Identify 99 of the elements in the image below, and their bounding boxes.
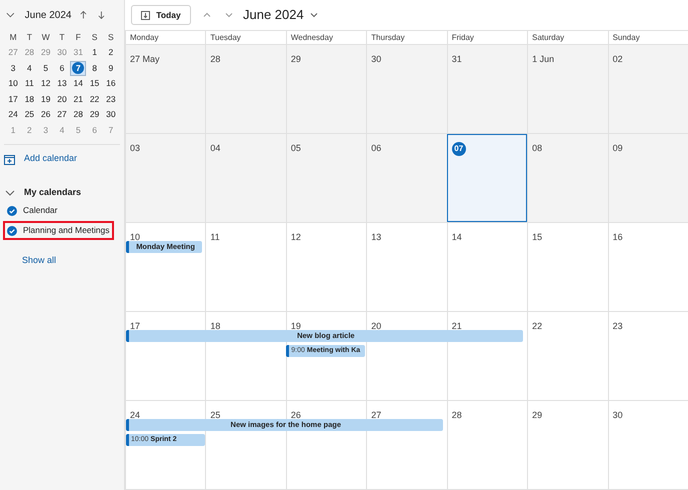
checked-circle-icon[interactable] (7, 226, 17, 236)
date-cell[interactable]: 16 (106, 77, 116, 90)
day-number[interactable]: 17 (130, 321, 140, 331)
date-cell[interactable]: 18 (24, 92, 34, 106)
day-number[interactable]: 27 May (130, 54, 160, 64)
day-number[interactable]: 16 (612, 232, 623, 242)
day-number[interactable]: 30 (612, 410, 623, 420)
date-cell[interactable]: 25 (24, 108, 34, 122)
weekday-header: Friday (452, 32, 474, 44)
day-number[interactable]: 10 (130, 232, 140, 242)
date-cell[interactable]: 24 (8, 108, 18, 122)
date-cell[interactable]: 1 (92, 46, 97, 60)
weekday-label: T (26, 31, 34, 44)
date-cell[interactable]: 4 (27, 62, 32, 75)
day-number[interactable]: 30 (371, 54, 382, 64)
weekday-label: T (58, 31, 66, 44)
date-cell[interactable]: 26 (40, 108, 50, 122)
date-cell[interactable]: 14 (74, 77, 84, 90)
date-cell[interactable]: 9 (108, 62, 114, 75)
weekday-label: W (40, 31, 51, 44)
weekday-label: F (74, 31, 82, 44)
day-number[interactable]: 03 (130, 143, 140, 153)
checked-circle-icon[interactable] (7, 206, 17, 216)
day-number[interactable]: 26 (290, 410, 301, 420)
day-number[interactable]: 12 (290, 232, 301, 242)
day-number[interactable]: 22 (532, 321, 542, 331)
day-number[interactable]: 28 (210, 54, 220, 64)
weekday-header: Tuesday (210, 32, 241, 44)
date-cell[interactable]: 29 (90, 108, 100, 122)
day-number[interactable]: 24 (130, 410, 140, 420)
day-number[interactable]: 14 (452, 232, 462, 242)
date-cell[interactable]: 30 (106, 108, 116, 122)
day-number[interactable]: 28 (452, 410, 462, 420)
day-number[interactable]: 02 (612, 54, 623, 64)
calendar-icon (141, 10, 150, 20)
section-heading: My calendars (24, 186, 82, 200)
chevron-up-icon[interactable] (203, 11, 211, 19)
day-number[interactable]: 11 (210, 232, 220, 242)
calendar-item[interactable]: Planning and Meetings (23, 224, 110, 237)
day-number[interactable]: 13 (371, 232, 382, 242)
day-number[interactable]: 19 (290, 321, 301, 331)
arrow-down-icon[interactable] (97, 10, 106, 20)
chevron-down-icon[interactable] (310, 11, 318, 19)
calendar-add-icon (4, 154, 15, 164)
day-number[interactable]: 09 (612, 143, 623, 153)
weekday-label: S (90, 31, 98, 44)
month-title[interactable]: June 2024 (243, 5, 304, 25)
date-cell[interactable]: 13 (57, 77, 67, 90)
selected-day-cell[interactable]: 07 (446, 134, 528, 222)
day-number[interactable]: 06 (371, 143, 382, 153)
day-number[interactable]: 27 (371, 410, 382, 420)
date-cell[interactable]: 2 (108, 46, 114, 60)
date-cell[interactable]: 28 (74, 108, 84, 122)
date-cell[interactable]: 7 (72, 62, 84, 74)
date-cell[interactable]: 19 (40, 92, 50, 106)
day-number[interactable]: 21 (452, 321, 462, 331)
day-number[interactable]: 05 (290, 143, 301, 153)
today-button[interactable]: Today (131, 5, 191, 25)
weekday-header: Saturday (532, 32, 564, 44)
chevron-down-icon[interactable] (5, 188, 15, 198)
weekday-label: S (107, 31, 115, 44)
date-cell[interactable]: 20 (57, 92, 67, 106)
weekday-header: Wednesday (290, 32, 333, 44)
date-cell[interactable]: 5 (43, 62, 48, 75)
weekday-header: Monday (130, 32, 158, 44)
day-number[interactable]: 18 (210, 321, 220, 331)
day-number[interactable]: 1 Jun (532, 54, 554, 64)
day-number[interactable]: 23 (612, 321, 623, 331)
chevron-down-icon[interactable] (6, 10, 15, 20)
chevron-down-icon[interactable] (225, 11, 233, 19)
add-calendar-link[interactable]: Add calendar (24, 152, 78, 166)
date-cell[interactable]: 12 (40, 77, 50, 90)
weekday-label: M (8, 31, 18, 44)
month-title: June 2024 (24, 8, 72, 22)
show-all-link[interactable]: Show all (22, 254, 56, 268)
day-number[interactable]: 08 (532, 143, 542, 153)
day-number[interactable]: 29 (290, 54, 301, 64)
arrow-up-icon[interactable] (79, 10, 88, 20)
date-cell[interactable]: 11 (25, 77, 34, 90)
weekday-header: Thursday (371, 32, 405, 44)
calendar-item[interactable]: Calendar (23, 204, 58, 217)
date-cell[interactable]: 3 (10, 62, 16, 75)
day-number[interactable]: 20 (371, 321, 382, 331)
date-cell[interactable]: 17 (8, 92, 18, 106)
day-number[interactable]: 31 (452, 54, 462, 64)
date-cell[interactable]: 23 (106, 92, 116, 106)
weekday-header: Sunday (612, 32, 640, 44)
day-number[interactable]: 25 (210, 410, 220, 420)
date-cell[interactable]: 27 (57, 108, 67, 122)
date-cell[interactable]: 10 (8, 77, 18, 90)
day-number[interactable]: 15 (532, 232, 542, 242)
date-cell[interactable]: 6 (60, 62, 64, 75)
date-cell[interactable]: 22 (90, 92, 100, 106)
date-cell[interactable]: 21 (74, 92, 84, 106)
date-cell[interactable]: 8 (92, 62, 97, 75)
day-number[interactable]: 07 (452, 142, 466, 156)
day-number[interactable]: 29 (532, 410, 542, 420)
date-cell[interactable]: 15 (90, 77, 100, 90)
day-number[interactable]: 04 (210, 143, 220, 153)
